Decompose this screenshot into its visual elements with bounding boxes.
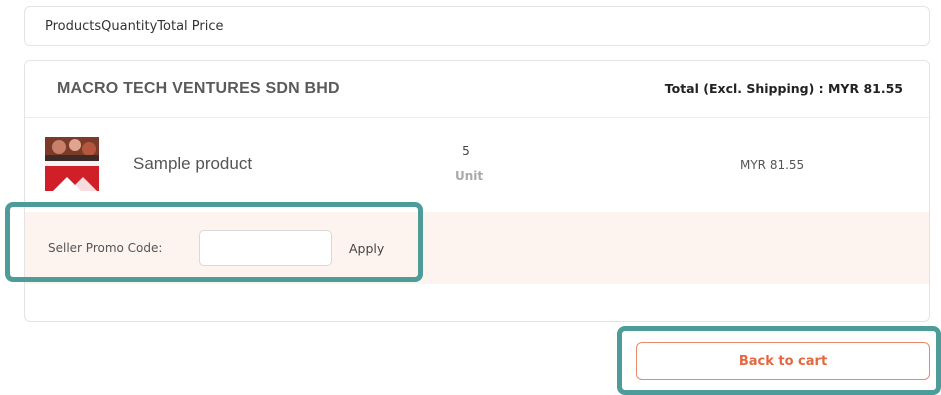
seller-header: MACRO TECH VENTURES SDN BHD Total (Excl.… — [25, 61, 929, 118]
seller-promo-row: Seller Promo Code: Apply — [25, 212, 929, 284]
back-to-cart-label: Back to cart — [738, 353, 828, 369]
seller-order-card: MACRO TECH VENTURES SDN BHD Total (Excl.… — [24, 60, 930, 322]
column-header-text: ProductsQuantityTotal Price — [45, 18, 224, 34]
product-row: Sample product 5 Unit MYR 81.55 — [25, 118, 929, 212]
product-unit: Unit — [455, 169, 484, 183]
product-quantity: 5 — [462, 144, 470, 158]
seller-total: Total (Excl. Shipping) : MYR 81.55 — [664, 81, 903, 96]
back-to-cart-button[interactable]: Back to cart — [636, 342, 930, 380]
product-image-icon — [45, 137, 99, 191]
product-name[interactable]: Sample product — [133, 154, 252, 174]
apply-promo-button[interactable]: Apply — [349, 241, 384, 256]
seller-name: MACRO TECH VENTURES SDN BHD — [57, 80, 340, 97]
cart-column-header: ProductsQuantityTotal Price — [24, 6, 930, 46]
product-price: MYR 81.55 — [740, 158, 805, 172]
product-thumbnail[interactable] — [45, 137, 99, 191]
promo-code-input[interactable] — [199, 230, 332, 266]
promo-code-label: Seller Promo Code: — [48, 241, 163, 255]
